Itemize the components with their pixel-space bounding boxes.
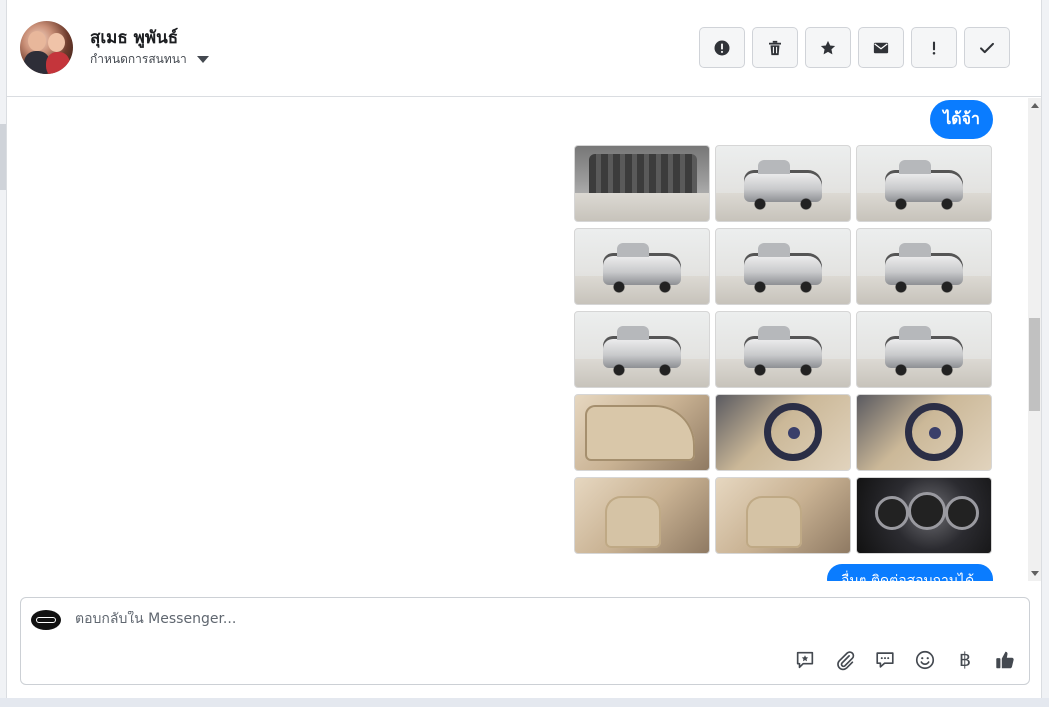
car-shape bbox=[885, 243, 963, 293]
reply-composer: ฿ bbox=[20, 597, 1030, 685]
photo-rear-left-view[interactable] bbox=[574, 311, 710, 388]
outgoing-message-bubble[interactable]: ได้จ้า bbox=[930, 100, 993, 139]
mark-important-button[interactable] bbox=[911, 27, 957, 68]
outgoing-message-bubble-partial[interactable]: อื่นๆ ติดต่อสอบถามได้ bbox=[827, 564, 993, 581]
alert-circle-icon bbox=[714, 40, 730, 55]
photo-front-view-2[interactable] bbox=[856, 145, 992, 222]
saved-reply-button[interactable] bbox=[793, 648, 817, 672]
car-shape bbox=[885, 326, 963, 376]
header-actions bbox=[699, 27, 1010, 68]
page-avatar bbox=[31, 610, 61, 630]
photo-front-view[interactable] bbox=[715, 145, 851, 222]
photo-front-seats[interactable] bbox=[574, 477, 710, 554]
left-edge-strip bbox=[0, 0, 7, 707]
gauge-dial bbox=[945, 496, 979, 530]
composer-tools: ฿ bbox=[793, 648, 1017, 672]
scrollbar-thumb[interactable] bbox=[1029, 318, 1040, 411]
seat-shape bbox=[746, 496, 802, 548]
star-icon bbox=[820, 40, 836, 54]
photo-gauge-cluster[interactable] bbox=[856, 477, 992, 554]
delete-button[interactable] bbox=[752, 27, 798, 68]
message-thread[interactable]: ได้จ้า อื่นๆ ติดต่อสอบถามได้ bbox=[7, 98, 1028, 581]
baht-icon: ฿ bbox=[958, 649, 972, 671]
left-edge-marker bbox=[0, 124, 6, 190]
trash-icon bbox=[769, 40, 781, 55]
car-shape bbox=[744, 326, 822, 376]
quick-reply-button[interactable] bbox=[873, 648, 897, 672]
steering-wheel-shape bbox=[764, 403, 822, 461]
smiley-icon bbox=[915, 650, 935, 670]
checkmark-icon bbox=[980, 42, 994, 53]
photo-wheel-closeup[interactable] bbox=[856, 311, 992, 388]
report-button[interactable] bbox=[699, 27, 745, 68]
car-shape bbox=[744, 160, 822, 210]
messenger-inbox-panel: สุเมธ พูพันธ์ กำหนดการสนทนา ได้จ้า อื่นๆ… bbox=[0, 0, 1049, 707]
reply-input[interactable] bbox=[75, 611, 775, 627]
car-shape bbox=[885, 160, 963, 210]
photo-rear-view[interactable] bbox=[856, 228, 992, 305]
photo-side-view[interactable] bbox=[715, 311, 851, 388]
avatar-face-2 bbox=[48, 33, 65, 52]
conversation-header: สุเมธ พูพันธ์ กำหนดการสนทนา bbox=[7, 0, 1041, 97]
caret-down-icon bbox=[196, 56, 209, 63]
contact-name[interactable]: สุเมธ พูพันธ์ bbox=[90, 24, 178, 51]
photo-rear-seat[interactable] bbox=[715, 477, 851, 554]
photo-floor bbox=[575, 193, 709, 221]
scroll-down-arrow-icon[interactable] bbox=[1031, 571, 1039, 576]
gauge-dial bbox=[908, 492, 946, 530]
avatar-body-2 bbox=[46, 52, 70, 74]
photo-front-left-view[interactable] bbox=[574, 228, 710, 305]
photo-dashboard-steering[interactable] bbox=[715, 394, 851, 471]
mark-unread-button[interactable] bbox=[858, 27, 904, 68]
conversation-setting-dropdown[interactable]: กำหนดการสนทนา bbox=[90, 50, 209, 69]
photo-rear-right-view[interactable] bbox=[715, 228, 851, 305]
car-shape bbox=[603, 243, 681, 293]
photo-steering-wheel[interactable] bbox=[856, 394, 992, 471]
car-shape bbox=[603, 326, 681, 376]
seat-shape bbox=[605, 496, 661, 548]
photo-engine-bay[interactable] bbox=[574, 145, 710, 222]
scroll-up-arrow-icon[interactable] bbox=[1031, 103, 1039, 108]
exclamation-icon bbox=[932, 41, 936, 55]
paperclip-icon bbox=[837, 651, 855, 671]
photo-grid bbox=[574, 145, 992, 554]
attach-button[interactable] bbox=[833, 648, 857, 672]
like-button[interactable] bbox=[993, 648, 1017, 672]
bottom-edge-strip bbox=[0, 698, 1049, 707]
page-logo-icon bbox=[36, 617, 56, 623]
thumbs-up-icon bbox=[996, 651, 1014, 669]
car-shape bbox=[744, 243, 822, 293]
saved-reply-icon bbox=[796, 651, 814, 669]
thread-scrollbar[interactable] bbox=[1028, 98, 1041, 581]
photo-door-interior[interactable] bbox=[574, 394, 710, 471]
star-button[interactable] bbox=[805, 27, 851, 68]
steering-wheel-shape bbox=[905, 403, 963, 461]
conversation-setting-label: กำหนดการสนทนา bbox=[90, 52, 187, 66]
avatar-face-1 bbox=[28, 31, 46, 51]
emoji-button[interactable] bbox=[913, 648, 937, 672]
contact-avatar[interactable] bbox=[20, 21, 73, 74]
envelope-icon bbox=[873, 42, 889, 53]
gauge-dial bbox=[875, 496, 909, 530]
mark-done-button[interactable] bbox=[964, 27, 1010, 68]
right-edge-strip bbox=[1041, 0, 1049, 707]
payment-button[interactable]: ฿ bbox=[953, 648, 977, 672]
door-shape bbox=[585, 405, 695, 461]
chat-bubble-icon bbox=[876, 652, 894, 668]
